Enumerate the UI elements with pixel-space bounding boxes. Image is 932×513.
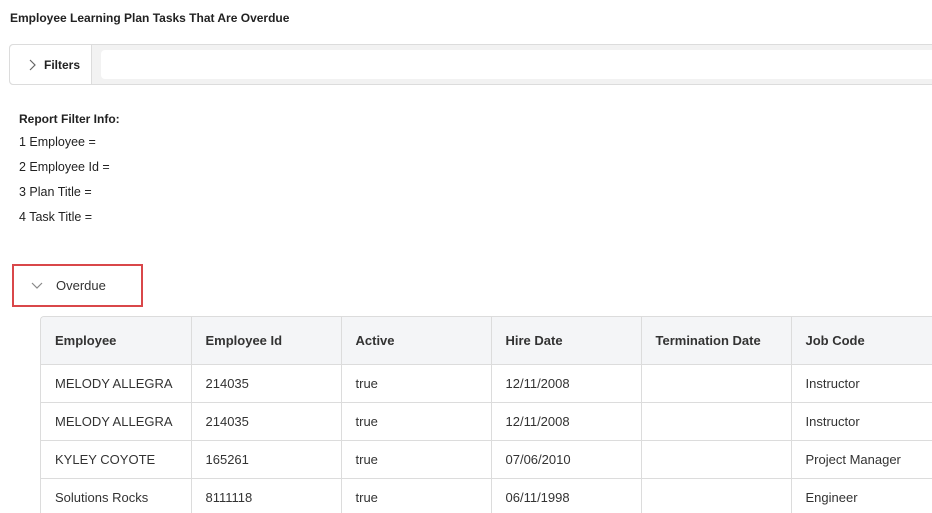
table-row: MELODY ALLEGRA 214035 true 12/11/2008 In… [41,402,932,441]
cell-termination-date [641,364,792,403]
cell-employee-id: 165261 [191,440,342,479]
column-header-employee-id[interactable]: Employee Id [191,317,342,365]
cell-hire-date: 06/11/1998 [491,478,642,513]
column-header-termination-date[interactable]: Termination Date [641,317,792,365]
cell-employee-id: 214035 [191,402,342,441]
column-header-job-code[interactable]: Job Code [791,317,932,365]
filters-toggle-button[interactable]: Filters [10,45,92,84]
results-table: Employee Employee Id Active Hire Date Te… [41,317,932,513]
cell-hire-date: 12/11/2008 [491,402,642,441]
cell-job-code: Instructor [791,402,932,441]
cell-job-code: Engineer [791,478,932,513]
results-table-container: Employee Employee Id Active Hire Date Te… [40,316,932,513]
chevron-down-icon [30,279,44,293]
cell-termination-date [641,402,792,441]
cell-active: true [341,478,492,513]
cell-active: true [341,402,492,441]
group-label: Overdue [56,278,106,293]
filters-bar: Filters [9,44,932,85]
column-header-active[interactable]: Active [341,317,492,365]
cell-active: true [341,440,492,479]
filter-line-employee-id: 2 Employee Id = [19,160,110,174]
cell-active: true [341,364,492,403]
column-header-employee[interactable]: Employee [41,317,192,365]
cell-hire-date: 12/11/2008 [491,364,642,403]
cell-employee: KYLEY COYOTE [41,440,192,479]
cell-hire-date: 07/06/2010 [491,440,642,479]
filters-label: Filters [44,57,81,72]
page-title: Employee Learning Plan Tasks That Are Ov… [10,11,290,25]
filters-input[interactable] [101,50,932,79]
cell-employee: MELODY ALLEGRA [41,364,192,403]
cell-termination-date [641,478,792,513]
cell-employee-id: 214035 [191,364,342,403]
report-filter-info-heading: Report Filter Info: [19,112,120,126]
cell-employee-id: 8111118 [191,478,342,513]
filter-line-employee: 1 Employee = [19,135,96,149]
table-row: Solutions Rocks 8111118 true 06/11/1998 … [41,478,932,513]
table-header-row: Employee Employee Id Active Hire Date Te… [41,317,932,365]
table-row: MELODY ALLEGRA 214035 true 12/11/2008 In… [41,364,932,403]
filter-line-plan-title: 3 Plan Title = [19,185,92,199]
cell-employee: MELODY ALLEGRA [41,402,192,441]
cell-job-code: Instructor [791,364,932,403]
filter-line-task-title: 4 Task Title = [19,210,93,224]
cell-employee: Solutions Rocks [41,478,192,513]
group-toggle-overdue[interactable]: Overdue [12,264,143,307]
cell-job-code: Project Manager [791,440,932,479]
cell-termination-date [641,440,792,479]
column-header-hire-date[interactable]: Hire Date [491,317,642,365]
report-page: Employee Learning Plan Tasks That Are Ov… [0,0,932,513]
table-row: KYLEY COYOTE 165261 true 07/06/2010 Proj… [41,440,932,479]
report-filter-info: Report Filter Info: 1 Employee = 2 Emplo… [19,112,120,234]
chevron-right-icon [25,58,39,72]
